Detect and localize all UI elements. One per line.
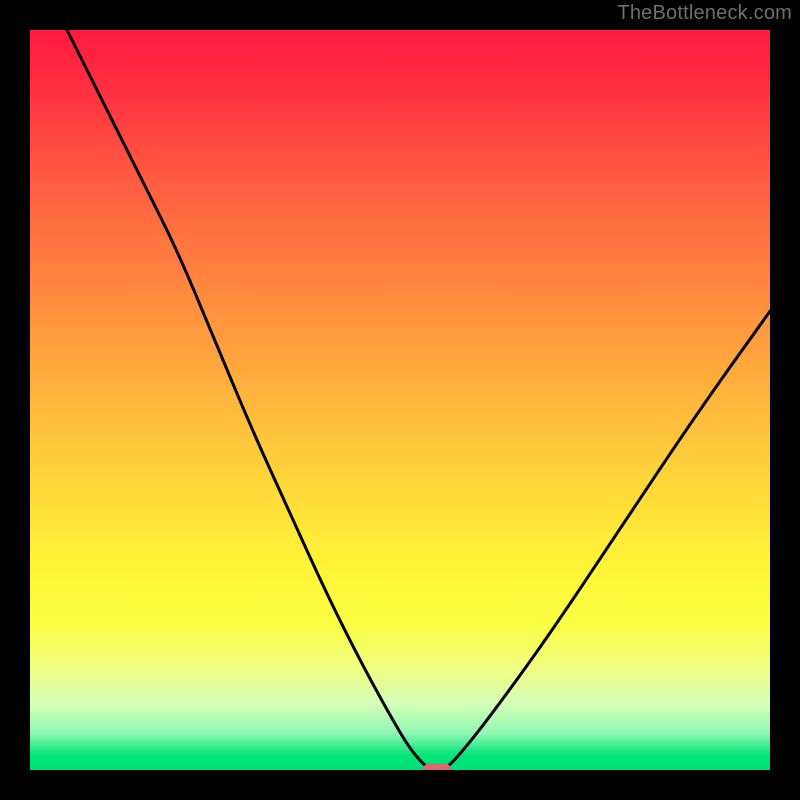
- bottleneck-curve: [30, 30, 770, 770]
- minimum-marker: [423, 763, 451, 770]
- curve-path: [67, 30, 770, 770]
- chart-frame: TheBottleneck.com: [0, 0, 800, 800]
- watermark-text: TheBottleneck.com: [617, 2, 792, 25]
- plot-area: [30, 30, 770, 770]
